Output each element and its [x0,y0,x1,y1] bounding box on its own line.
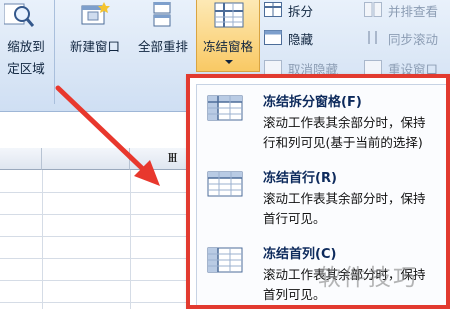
freeze-first-column-icon [207,247,243,273]
freeze-top-row-icon [207,171,243,197]
watermark: 软件技巧 [318,265,418,291]
freeze-top-row-title: 冻结首行(R) [263,171,337,186]
menu-item-freeze-panes[interactable]: 冻结拆分窗格(F) 滚动工作表其余部分时，保持 行和列可见(基于当前的选择) [197,85,450,157]
freeze-first-column-desc-2: 首列可见。 [263,287,326,302]
freeze-panes-icon [207,95,243,121]
freeze-top-row-desc-1: 滚动工作表其余部分时，保持 [263,191,426,206]
menu-item-freeze-top-row[interactable]: 冻结首行(R) 滚动工作表其余部分时，保持 首行可见。 [197,161,450,233]
freeze-panes-desc-2: 行和列可见(基于当前的选择) [263,135,423,150]
freeze-panes-desc-1: 滚动工作表其余部分时，保持 [263,115,426,130]
freeze-panes-title: 冻结拆分窗格(F) [263,95,362,110]
freeze-top-row-desc-2: 首行可见。 [263,211,326,226]
